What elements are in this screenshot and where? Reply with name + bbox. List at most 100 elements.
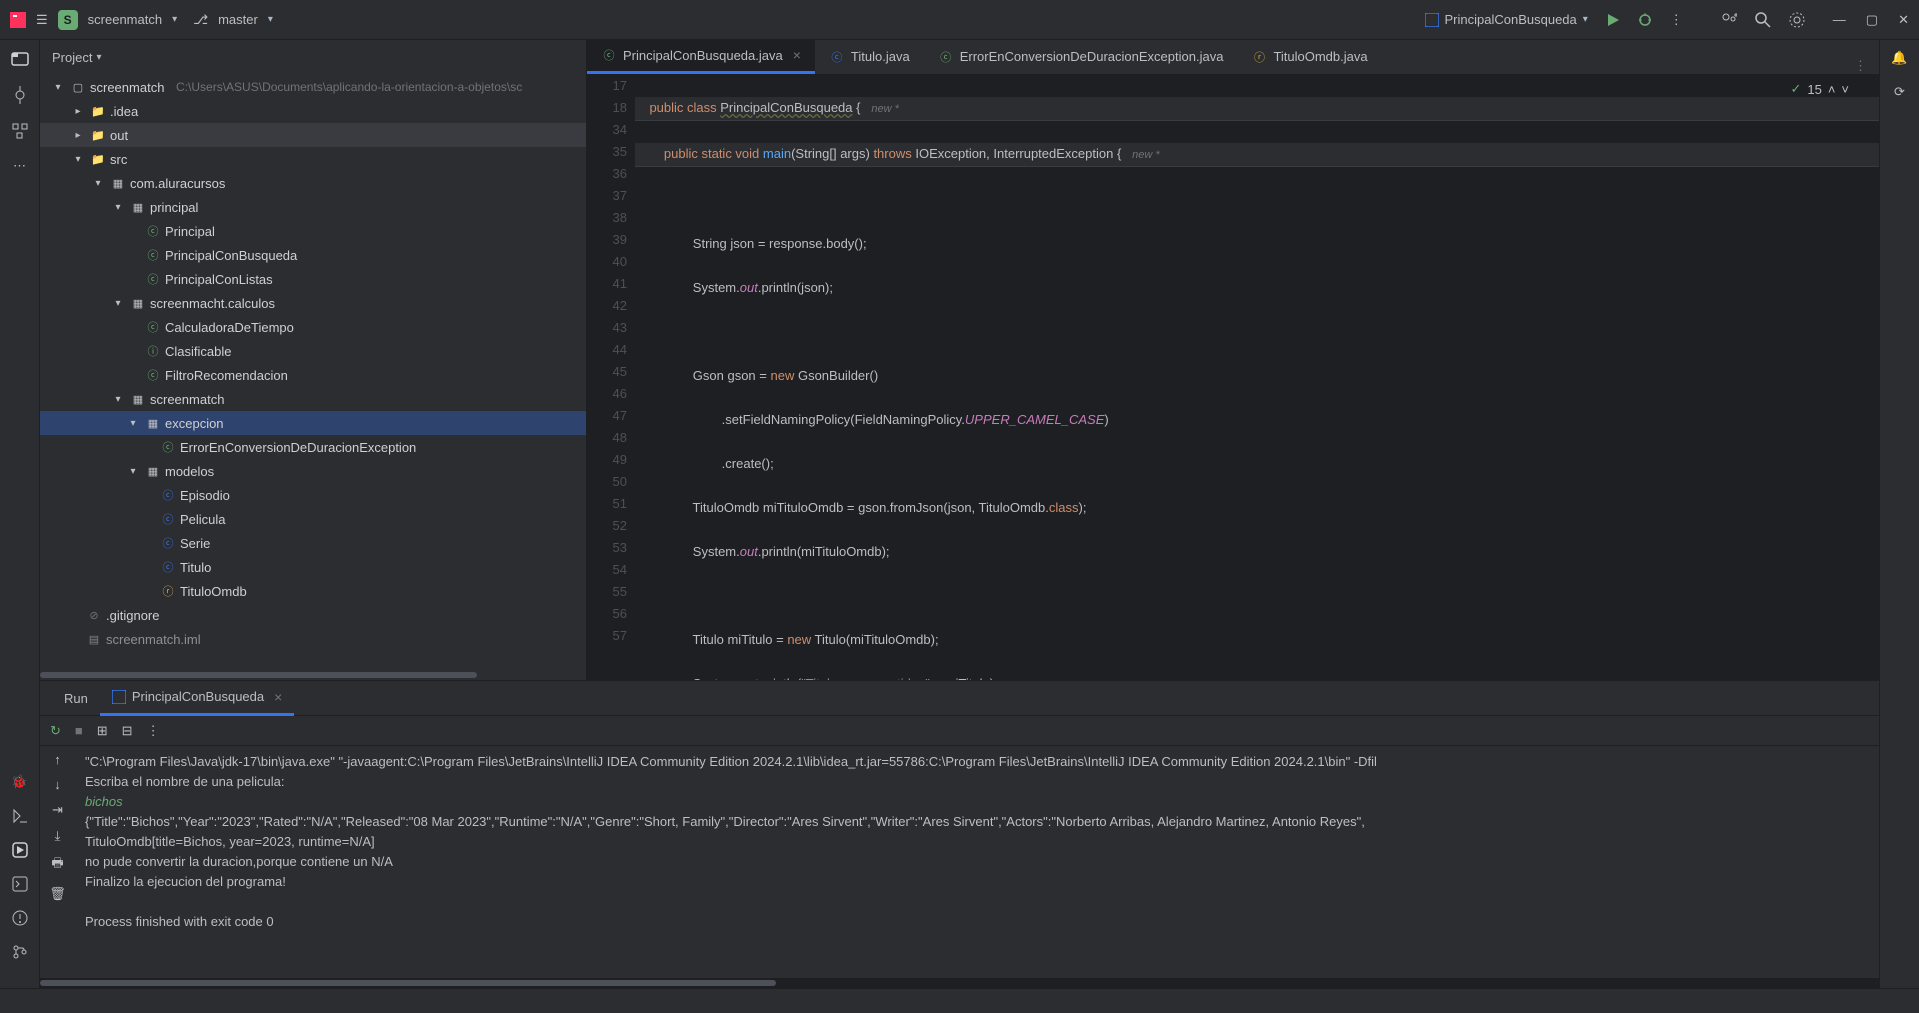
commit-tool-icon[interactable] (11, 86, 29, 104)
code-line: .println(miTituloOmdb); (758, 544, 890, 559)
wrap-icon[interactable]: ⇥ (52, 802, 63, 818)
tree-package[interactable]: ▾▦com.aluracursos (40, 171, 586, 195)
chevron-down-icon[interactable]: ▾ (96, 52, 101, 63)
debug-button[interactable] (1638, 13, 1652, 27)
tree-class[interactable]: ⓡTituloOmdb (40, 579, 586, 603)
trash-icon[interactable]: 🗑 (49, 886, 66, 902)
tree-class[interactable]: ⓒPrincipal (40, 219, 586, 243)
main-menu-icon[interactable]: ☰ (36, 12, 48, 28)
chevron-down-icon[interactable]: ˅ (1841, 82, 1849, 97)
rerun-button[interactable]: ↻ (50, 723, 61, 739)
tab-label: TituloOmdb.java (1273, 49, 1367, 64)
branch-name[interactable]: master (218, 12, 258, 27)
tree-class[interactable]: ⓒTitulo (40, 555, 586, 579)
tab[interactable]: ⓡ TituloOmdb.java (1237, 39, 1381, 74)
tree-class[interactable]: ⓒErrorEnConversionDeDuracionException (40, 435, 586, 459)
minimize-button[interactable]: — (1833, 12, 1846, 28)
print-icon[interactable]: 🖶 (51, 854, 63, 876)
chevron-up-icon[interactable]: ˄ (1828, 82, 1836, 97)
settings-icon[interactable] (1789, 12, 1805, 28)
editor-code[interactable]: public class PrincipalConBusqueda { new … (635, 75, 1879, 680)
project-panel-header[interactable]: Project ▾ (40, 40, 586, 75)
code-line: + miTitulo); (930, 676, 998, 680)
chevron-down-icon[interactable]: ▾ (172, 14, 177, 25)
tree-package[interactable]: ▾▦screenmatch (40, 387, 586, 411)
tree-folder-out[interactable]: ▸📁out (40, 123, 586, 147)
project-tool-icon[interactable] (11, 50, 29, 68)
close-button[interactable]: ✕ (1898, 12, 1909, 28)
layout-icon[interactable]: ⊟ (122, 723, 133, 739)
branch-icon[interactable]: ⎇ (193, 12, 208, 28)
layout-icon[interactable]: ⊞ (97, 723, 108, 739)
package-icon: ▦ (145, 463, 161, 479)
close-icon[interactable]: × (793, 47, 801, 63)
tab[interactable]: ⓒErrorEnConversionDeDuracionException.ja… (924, 39, 1238, 74)
down-icon[interactable]: ↓ (54, 777, 61, 792)
tree-class[interactable]: ⓒSerie (40, 531, 586, 555)
tree-label: .idea (110, 104, 138, 119)
tree-folder-src[interactable]: ▾📁src (40, 147, 586, 171)
run-tool-icon[interactable] (12, 842, 28, 858)
tree-file[interactable]: ⊘.gitignore (40, 603, 586, 627)
tree-class[interactable]: ⓘClasificable (40, 339, 586, 363)
tab-active[interactable]: ⓒPrincipalConBusqueda.java× (587, 39, 815, 74)
services-tool-icon[interactable] (12, 808, 28, 824)
run-button[interactable] (1606, 13, 1620, 27)
tab[interactable]: ⓒTitulo.java (815, 39, 924, 74)
problems-indicator[interactable]: ✓ 15 ˄ ˅ (1790, 81, 1849, 97)
more-tool-icon[interactable]: ⋯ (13, 158, 26, 174)
notifications-icon[interactable]: 🔔 (1891, 50, 1907, 66)
project-name[interactable]: screenmatch (88, 12, 162, 27)
problems-tool-icon[interactable] (12, 910, 28, 926)
structure-tool-icon[interactable] (11, 122, 29, 140)
tree-folder-idea[interactable]: ▸📁.idea (40, 99, 586, 123)
tab-more-icon[interactable]: ⋮ (1842, 58, 1879, 74)
ai-icon[interactable]: ⟳ (1894, 84, 1905, 100)
project-tree[interactable]: ▾▢screenmatch C:\Users\ASUS\Documents\ap… (40, 75, 586, 670)
run-label: Run (64, 691, 88, 706)
class-icon: ⓒ (601, 47, 617, 63)
scroll-icon[interactable]: ⤓ (55, 828, 61, 844)
tree-class[interactable]: ⓒCalculadoraDeTiempo (40, 315, 586, 339)
package-icon: ▦ (130, 199, 146, 215)
run-title: Run (52, 681, 100, 716)
tree-label: com.aluracursos (130, 176, 225, 191)
tree-class[interactable]: ⓒFiltroRecomendacion (40, 363, 586, 387)
close-icon[interactable]: × (274, 689, 282, 705)
stop-button[interactable]: ■ (75, 723, 83, 738)
code-line: TituloOmdb miTituloOmdb = gson.fromJson(… (635, 500, 1049, 515)
search-icon[interactable] (1755, 12, 1771, 28)
record-icon: ⓡ (1251, 49, 1267, 65)
code-line: new (787, 632, 811, 647)
tree-package[interactable]: ▾▦modelos (40, 459, 586, 483)
tree-file[interactable]: ▤screenmatch.iml (40, 627, 586, 651)
chevron-down-icon[interactable]: ▾ (268, 14, 273, 25)
more-icon[interactable]: ⋮ (147, 723, 160, 739)
debug-tool-icon[interactable]: 🐞 (11, 774, 27, 790)
run-config-tab[interactable]: PrincipalConBusqueda × (100, 681, 294, 716)
tree-hscrollbar[interactable] (40, 670, 586, 680)
code-line: System. (635, 544, 740, 559)
console-hscrollbar[interactable] (40, 978, 1879, 988)
class-icon: ⓒ (829, 49, 845, 65)
tree-class[interactable]: ⓒEpisodio (40, 483, 586, 507)
collaborate-icon[interactable] (1721, 12, 1737, 28)
chevron-down-icon: ▾ (1583, 14, 1588, 25)
terminal-tool-icon[interactable] (12, 876, 28, 892)
tree-class[interactable]: ⓒPrincipalConBusqueda (40, 243, 586, 267)
tree-package[interactable]: ▾▦screenmacht.calculos (40, 291, 586, 315)
run-config-selector[interactable]: PrincipalConBusqueda ▾ (1425, 12, 1588, 27)
tree-class[interactable]: ⓒPelicula (40, 507, 586, 531)
tree-label: TituloOmdb (180, 584, 247, 599)
tree-package-selected[interactable]: ▾▦excepcion (40, 411, 586, 435)
maximize-button[interactable]: ▢ (1866, 12, 1878, 28)
tree-root[interactable]: ▾▢screenmatch C:\Users\ASUS\Documents\ap… (40, 75, 586, 99)
code-line: out (740, 544, 758, 559)
up-icon[interactable]: ↑ (54, 752, 61, 767)
tree-class[interactable]: ⓒPrincipalConListas (40, 267, 586, 291)
git-tool-icon[interactable] (12, 944, 28, 960)
console-output[interactable]: "C:\Program Files\Java\jdk-17\bin\java.e… (75, 746, 1879, 978)
run-tabs: Run PrincipalConBusqueda × (40, 681, 1879, 716)
more-actions-icon[interactable]: ⋮ (1670, 12, 1683, 28)
tree-package[interactable]: ▾▦principal (40, 195, 586, 219)
